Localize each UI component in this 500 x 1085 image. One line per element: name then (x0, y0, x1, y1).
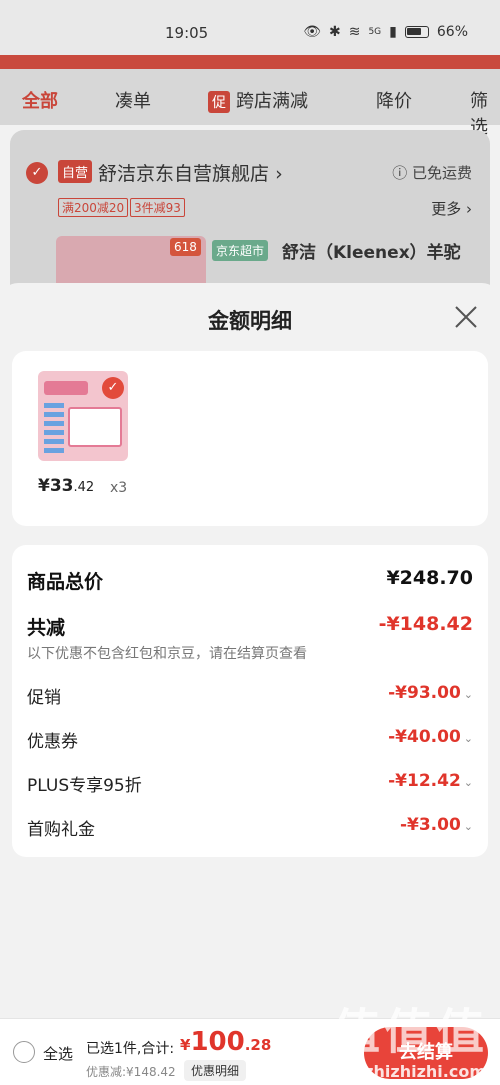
chevron-down-icon: ⌄ (463, 820, 473, 833)
eye-icon: 👁 (303, 24, 321, 40)
discount-note: 以下优惠不包含红包和京豆，请在结算页查看 (27, 646, 307, 662)
total-label: 商品总价 (27, 571, 104, 593)
chevron-down-icon: ⌄ (463, 688, 473, 701)
promo-badge: 促 (208, 91, 230, 113)
items-card: ✓ ¥33.42 x3 (12, 351, 488, 526)
breakdown-row[interactable]: 首购礼金 -¥3.00 ⌄ (27, 815, 473, 841)
reduce-row: 共减 -¥148.42 (27, 613, 473, 643)
item-price: ¥33.42 (38, 476, 95, 496)
shop-check-icon[interactable]: ✓ (26, 162, 48, 184)
more-link[interactable]: 更多 › (431, 198, 472, 219)
status-icons: 👁 ✱ ≋ 5G ▮ 66% (303, 24, 468, 40)
coupon-tag[interactable]: 3件减93 (130, 198, 185, 217)
status-time: 19:05 (165, 24, 209, 42)
price-detail-card: 商品总价 ¥248.70 共减 -¥148.42 以下优惠不包含红包和京豆，请在… (12, 545, 488, 857)
shop-name[interactable]: 舒洁京东自营旗舰店 › (98, 159, 283, 186)
info-icon: ⓘ (392, 164, 408, 182)
breakdown-value: -¥93.00 ⌄ (388, 683, 473, 703)
reduce-label: 共减 (27, 617, 66, 639)
breakdown-label: 促销 (27, 688, 61, 708)
total-price: ¥100.28 (180, 1027, 272, 1057)
sheet-title: 金额明细 (208, 309, 292, 333)
breakdown-row[interactable]: PLUS专享95折 -¥12.42 ⌄ (27, 771, 473, 797)
watermark-logo: 值值值 (331, 1004, 488, 1060)
discount-amount: 优惠减:¥148.42 (86, 1065, 176, 1079)
product-title[interactable]: 舒洁（Kleenex）羊驼 (282, 238, 461, 263)
tag-618: 618 (170, 238, 201, 256)
header-strip (0, 55, 500, 69)
selected-check-icon: ✓ (102, 377, 124, 399)
reduce-value: -¥148.42 (378, 613, 473, 635)
signal-icon: ▮ (389, 24, 397, 40)
tab-cross-store-label: 跨店满减 (236, 91, 308, 112)
chevron-down-icon: ⌄ (463, 776, 473, 789)
breakdown-row[interactable]: 优惠券 -¥40.00 ⌄ (27, 727, 473, 753)
status-bar: 19:05 👁 ✱ ≋ 5G ▮ 66% (0, 0, 500, 55)
free-shipping-text: 已免运费 (411, 164, 472, 182)
more-text: 更多 (431, 200, 462, 218)
wifi-icon: ≋ (348, 24, 361, 40)
breakdown-label: 首购礼金 (27, 820, 95, 840)
close-icon[interactable] (452, 303, 480, 331)
total-value: ¥248.70 (386, 567, 473, 589)
select-all-radio[interactable] (13, 1041, 35, 1063)
product-image: ✓ (38, 371, 128, 461)
selected-count-text: 已选1件,合计: (86, 1041, 175, 1057)
amount-detail-sheet: 金额明细 ✓ ¥33.42 x3 商品总价 ¥248.70 共减 -¥148.4… (0, 283, 500, 1018)
breakdown-value: -¥40.00 ⌄ (388, 727, 473, 747)
battery-percent: 66% (436, 24, 468, 40)
breakdown-label: PLUS专享95折 (27, 776, 142, 796)
chevron-right-icon: › (275, 163, 283, 185)
filter-tabs: 全部 凑单 促跨店满减 降价 筛选 (0, 69, 500, 138)
discount-detail-button[interactable]: 优惠明细 (184, 1060, 247, 1081)
breakdown-row[interactable]: 促销 -¥93.00 ⌄ (27, 683, 473, 709)
free-shipping: ⓘ 已免运费 (392, 162, 472, 183)
bluetooth-icon: ✱ (328, 24, 341, 40)
shop-name-text: 舒洁京东自营旗舰店 (98, 163, 270, 185)
chevron-right-icon: › (466, 200, 472, 218)
coupon-tag[interactable]: 满200减20 (58, 198, 129, 217)
jd-market-badge: 京东超市 (212, 240, 269, 261)
breakdown-value: -¥3.00 ⌄ (399, 815, 473, 835)
chevron-down-icon: ⌄ (463, 732, 473, 745)
watermark-url: zhizhizhi.com (364, 1062, 486, 1081)
select-all-label[interactable]: 全选 (43, 1043, 73, 1064)
breakdown-value: -¥12.42 ⌄ (388, 771, 473, 791)
tab-price-drop[interactable]: 降价 (376, 87, 412, 113)
battery-icon (404, 26, 429, 38)
network-label: 5G (368, 27, 382, 37)
self-operated-badge: 自营 (58, 160, 93, 183)
tab-combine[interactable]: 凑单 (115, 87, 151, 113)
tab-cross-store[interactable]: 促跨店满减 (208, 87, 308, 113)
item-quantity: x3 (110, 480, 128, 496)
tab-all[interactable]: 全部 (22, 87, 58, 113)
breakdown-label: 优惠券 (27, 732, 78, 752)
total-row: 商品总价 ¥248.70 (27, 567, 473, 597)
